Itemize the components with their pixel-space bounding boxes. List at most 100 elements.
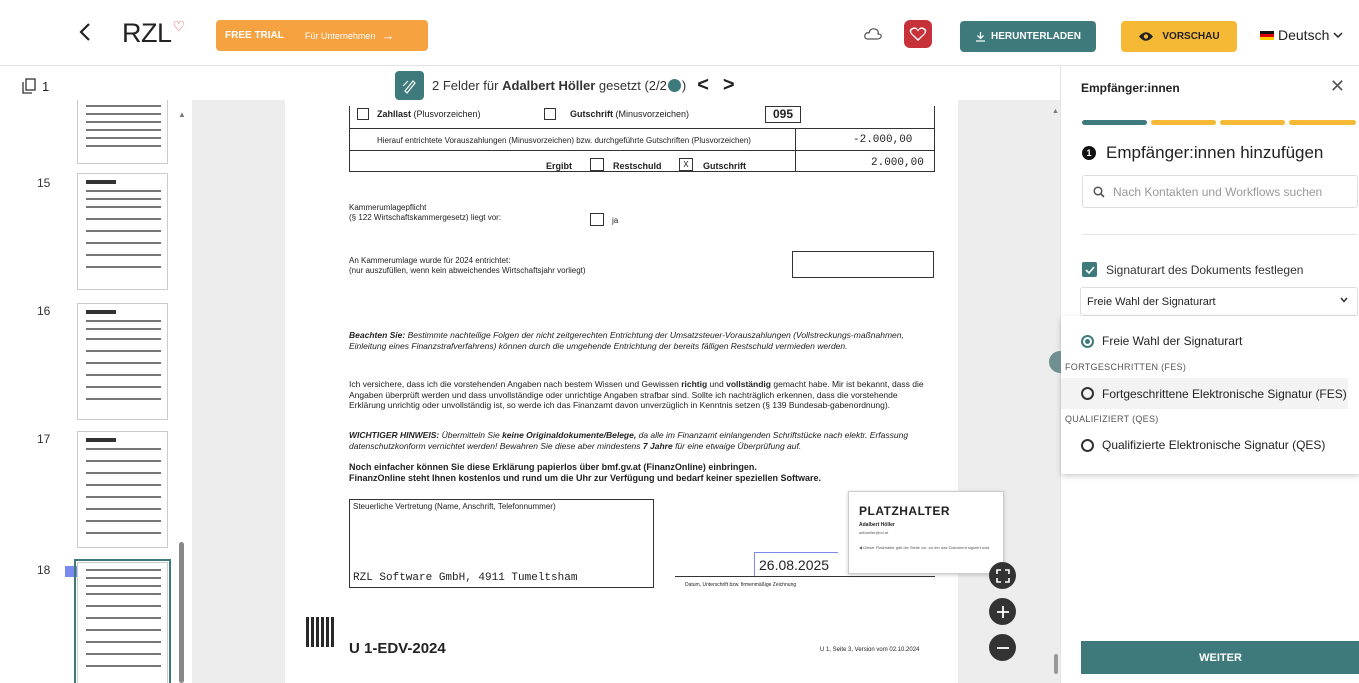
beachten-label: Beachten Sie:: [349, 330, 406, 340]
thumbnail-page-16[interactable]: [77, 303, 168, 420]
thumbnail-page-17[interactable]: [77, 431, 168, 548]
fullscreen-icon: [995, 568, 1010, 583]
amount-vorauszahlung: -2.000,00: [853, 134, 913, 146]
signature-placeholder[interactable]: PLATZHALTER Adalbert Höller adhoeller@rz…: [848, 491, 1004, 574]
radio-icon: [1081, 387, 1094, 400]
restschuld-text: Restschuld: [613, 161, 662, 171]
placeholder-email: adhoeller@rzl.at: [859, 530, 889, 535]
prev-field-button[interactable]: <: [697, 74, 709, 97]
hierauf-text: Hierauf entrichtete Vorauszahlungen (Min…: [377, 136, 751, 145]
step-2-indicator: [1151, 120, 1216, 125]
panel-header: Empfänger:innen: [1081, 81, 1180, 95]
gutschrift-note: (Minusvorzeichen): [615, 109, 690, 119]
hinweis-text-3: für eine etwaige Überprüfung auf.: [675, 440, 802, 451]
field-person-name: Adalbert Höller: [502, 78, 596, 93]
close-icon[interactable]: ✕: [1330, 76, 1345, 97]
top-bar: RZL ♡ FREE TRIAL Für Unternehmen → HERUNT…: [0, 0, 1359, 66]
beachten-paragraph: Beachten Sie: Bestimmte nachteilige Folg…: [349, 330, 935, 351]
checkbox-checked-icon: [1082, 262, 1097, 277]
signature-type-checkbox[interactable]: Signaturart des Dokuments festlegen: [1082, 262, 1303, 277]
fit-screen-button[interactable]: [989, 562, 1016, 589]
preview-button[interactable]: VORSCHAU: [1121, 21, 1237, 52]
signature-fields-icon[interactable]: [395, 71, 424, 100]
eye-icon: [1139, 32, 1154, 41]
scroll-up-icon[interactable]: ▲: [1052, 108, 1059, 115]
download-button[interactable]: HERUNTERLADEN: [960, 21, 1096, 52]
signature-line: [675, 576, 935, 577]
versichere-und: und: [709, 379, 724, 389]
field-count-label: 2 Felder für: [432, 78, 499, 93]
gutschrift-checkbox-checked: X: [679, 158, 693, 171]
thumbnail-page-15[interactable]: [77, 173, 168, 290]
thumbnail-page-14[interactable]: [77, 100, 168, 164]
field-status-bar: 2 Felder für Adalbert Höller gesetzt (2/…: [395, 70, 735, 101]
app-window: RZL ♡ FREE TRIAL Für Unternehmen → HERUNT…: [0, 0, 1359, 683]
option-qes[interactable]: Qualifizierte Elektronische Signatur (QE…: [1081, 438, 1325, 452]
thumbnail-page-18[interactable]: [74, 559, 171, 683]
back-arrow-icon[interactable]: [74, 20, 98, 44]
row-divider: [349, 150, 935, 151]
option-qes-label: Qualifizierte Elektronische Signatur (QE…: [1102, 438, 1326, 452]
flag-de-icon: [1260, 30, 1274, 40]
option-free-choice[interactable]: Freie Wahl der Signaturart: [1081, 334, 1242, 348]
placeholder-title: PLATZHALTER: [859, 504, 951, 518]
chevron-down-icon: [1333, 31, 1343, 38]
amount-gutschrift: 2.000,00: [871, 157, 924, 169]
scrollbar-thumb[interactable]: [1054, 654, 1058, 674]
versichere-text-1: Ich versichere, dass ich die vorstehende…: [349, 379, 679, 389]
gutschrift2-text: Gutschrift: [703, 161, 747, 171]
next-button[interactable]: WEITER: [1081, 641, 1359, 674]
datum-label: Datum, Unterschrift bzw. firmenmäßige Ze…: [685, 582, 797, 588]
radio-selected-icon: [1081, 334, 1094, 348]
language-selector[interactable]: Deutsch: [1260, 27, 1343, 43]
kammer-text: Kammerumlagepflicht (§ 122 Wirtschaftskam…: [349, 203, 501, 223]
field-status-close: ): [681, 78, 687, 93]
avatar[interactable]: [904, 20, 932, 48]
next-field-button[interactable]: >: [723, 74, 735, 97]
group-qes-heading: QUALIFIZIERT (QES): [1065, 414, 1159, 424]
radio-icon: [1081, 438, 1094, 452]
chevron-down-icon: [1340, 297, 1348, 303]
scroll-up-icon[interactable]: ▲: [178, 110, 186, 119]
step-3-indicator: [1220, 120, 1285, 125]
vertretung-label: Steuerliche Vertretung (Name, Anschrift,…: [353, 502, 556, 511]
placeholder-footer-text: Dieser Platzhalter gibt die Stelle vor, …: [863, 545, 991, 550]
versicherung-paragraph: Ich versichere, dass ich die vorstehende…: [349, 379, 935, 411]
kammer-ja: ja: [612, 216, 619, 225]
hinweis-label: WICHTIGER HINWEIS:: [349, 430, 440, 440]
contact-search-input[interactable]: Nach Kontakten und Workflows suchen: [1082, 175, 1358, 208]
signature-type-select[interactable]: Freie Wahl der Signaturart: [1080, 287, 1358, 316]
hinweis-text-1: Übermitteln Sie: [441, 430, 500, 440]
hinweis-keine: keine Originaldokumente/Belege,: [502, 430, 637, 440]
zahllast-checkbox: [357, 108, 369, 120]
cloud-icon: [864, 28, 882, 40]
gutschrift2-label: Gutschrift: [703, 161, 746, 172]
date-field[interactable]: 26.08.2025: [754, 552, 838, 577]
zoom-out-button[interactable]: [989, 634, 1016, 661]
kammer2-text: An Kammerumlage wurde für 2024 entrichte…: [349, 256, 586, 276]
row-divider: [349, 128, 935, 129]
qr-code-icon: [306, 617, 336, 647]
field-code: 095: [765, 106, 802, 123]
language-label: Deutsch: [1278, 27, 1330, 43]
arrow-right-icon: →: [381, 28, 395, 43]
thumbnail-scrollbar[interactable]: [179, 542, 184, 683]
kammer2-line2: (nur auszufüllen, wenn kein abweichendes…: [349, 266, 586, 275]
trial-label: FREE TRIAL: [225, 30, 284, 41]
page-count-value: 1: [42, 78, 50, 94]
versichere-vollstaendig: vollständig: [726, 379, 771, 389]
kammer-checkbox: [590, 213, 604, 226]
restschuld-label: Restschuld: [613, 161, 662, 172]
divider: [1082, 234, 1358, 235]
free-trial-button[interactable]: FREE TRIAL Für Unternehmen →: [216, 20, 428, 51]
option-fes[interactable]: Fortgeschrittene Elektronische Signatur …: [1061, 378, 1348, 409]
zahllast-text: Zahllast (Plusvorzeichen): [377, 109, 481, 120]
document-scrollbar[interactable]: ▲: [1052, 100, 1060, 683]
hinweis-paragraph: WICHTIGER HINWEIS: Übermitteln Sie keine…: [349, 430, 935, 451]
document-page: Zahllast (Plusvorzeichen) Gutschrift (Mi…: [285, 100, 1004, 683]
finanzonline-line2: FinanzOnline steht Ihnen kostenlos und r…: [349, 473, 822, 484]
thumbnail-label: 18: [37, 563, 51, 577]
search-icon: [1093, 185, 1105, 198]
field-status-text: 2 Felder für Adalbert Höller gesetzt (2/…: [432, 78, 686, 93]
zoom-in-button[interactable]: [989, 598, 1016, 625]
